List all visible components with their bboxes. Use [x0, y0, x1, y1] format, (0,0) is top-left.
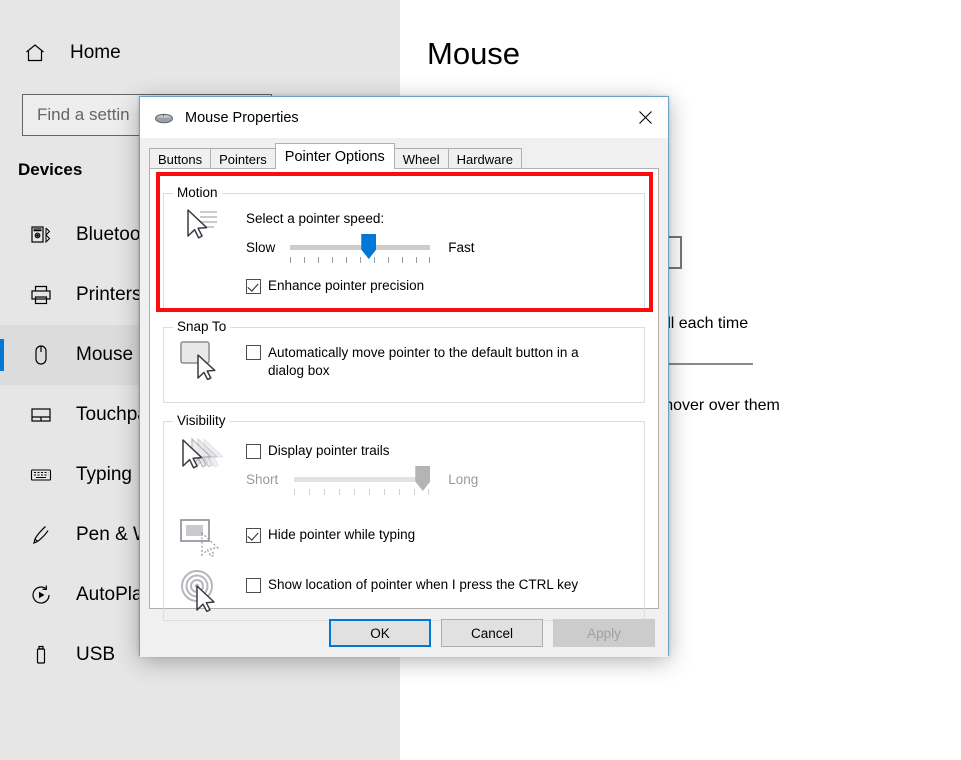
usb-icon	[28, 642, 54, 668]
tab-pointer-options[interactable]: Pointer Options	[275, 143, 395, 169]
checkbox-label: Hide pointer while typing	[268, 527, 415, 542]
checkbox-label: Enhance pointer precision	[268, 278, 424, 293]
checkbox-box[interactable]	[246, 345, 261, 360]
mouse-device-icon	[154, 110, 174, 126]
tab-wheel[interactable]: Wheel	[394, 148, 449, 169]
pointer-speed-label: Select a pointer speed:	[246, 211, 384, 226]
autoplay-icon	[28, 582, 54, 608]
visibility-group-legend: Visibility	[173, 413, 230, 428]
hide-pointer-while-typing-checkbox[interactable]: Hide pointer while typing	[246, 527, 415, 543]
snap-to-group-legend: Snap To	[173, 319, 230, 334]
pen-icon	[28, 522, 54, 548]
page-title: Mouse	[427, 36, 520, 72]
dialog-tabstrip: Buttons Pointers Pointer Options Wheel H…	[149, 147, 659, 169]
button-label: Cancel	[471, 626, 513, 641]
checkbox-box[interactable]	[246, 444, 261, 459]
close-icon[interactable]	[622, 97, 668, 138]
checkbox-box[interactable]	[246, 528, 261, 543]
locate-pointer-icon	[178, 568, 224, 612]
screen: Home Find a settin Devices Bluetooth	[0, 0, 961, 760]
tab-pointers[interactable]: Pointers	[210, 148, 276, 169]
tab-label: Pointer Options	[285, 149, 385, 165]
pointer-options-panel: Motion Select a pointer speed: Slow	[149, 168, 659, 609]
sidebar-item-label: Mouse	[76, 344, 133, 366]
snap-to-button-icon	[178, 338, 222, 380]
checkbox-box[interactable]	[246, 279, 261, 294]
search-placeholder: Find a settin	[37, 105, 130, 125]
dialog-body: Buttons Pointers Pointer Options Wheel H…	[140, 138, 668, 657]
slider-max-label: Fast	[448, 240, 474, 255]
dialog-footer: OK Cancel Apply	[140, 609, 668, 657]
pointer-trails-icon	[178, 436, 224, 476]
sidebar-item-home[interactable]: Home	[22, 40, 121, 66]
dialog-title: Mouse Properties	[185, 110, 299, 126]
snap-to-group: Snap To Automatically move pointer to th…	[163, 327, 645, 403]
slider-ticks	[294, 489, 429, 496]
pointer-speed-icon	[178, 206, 222, 246]
slider-track[interactable]	[290, 245, 430, 250]
sidebar-section-header: Devices	[18, 160, 82, 180]
motion-group: Motion Select a pointer speed: Slow	[163, 193, 645, 309]
sidebar-item-label: Typing	[76, 464, 132, 486]
touchpad-icon	[28, 402, 54, 428]
checkbox-label: Display pointer trails	[268, 443, 390, 458]
visibility-group: Visibility	[163, 421, 645, 621]
tab-label: Hardware	[457, 152, 513, 167]
motion-group-legend: Motion	[173, 185, 222, 200]
checkbox-label: Show location of pointer when I press th…	[268, 577, 578, 592]
enhance-pointer-precision-checkbox[interactable]: Enhance pointer precision	[246, 278, 424, 294]
home-label: Home	[70, 42, 121, 64]
cancel-button[interactable]: Cancel	[441, 619, 543, 647]
checkbox-label: Automatically move pointer to the defaul…	[268, 344, 616, 380]
hide-pointer-typing-icon	[178, 516, 224, 560]
ok-button[interactable]: OK	[329, 619, 431, 647]
apply-button: Apply	[553, 619, 655, 647]
home-icon	[22, 40, 48, 66]
mouse-icon	[28, 342, 54, 368]
tab-hardware[interactable]: Hardware	[448, 148, 522, 169]
bluetooth-device-icon	[28, 222, 54, 248]
slider-track[interactable]	[294, 477, 429, 482]
sidebar-item-label: USB	[76, 644, 115, 666]
slider-thumb[interactable]	[361, 234, 376, 259]
slider-max-label: Long	[448, 472, 478, 487]
button-label: OK	[370, 626, 390, 641]
keyboard-icon	[28, 462, 54, 488]
dialog-titlebar[interactable]: Mouse Properties	[140, 97, 668, 138]
show-pointer-location-ctrl-checkbox[interactable]: Show location of pointer when I press th…	[246, 577, 578, 593]
checkbox-box[interactable]	[246, 578, 261, 593]
printer-icon	[28, 282, 54, 308]
tab-label: Pointers	[219, 152, 267, 167]
slider-thumb[interactable]	[415, 466, 430, 491]
tab-label: Wheel	[403, 152, 440, 167]
snap-to-auto-move-checkbox[interactable]: Automatically move pointer to the defaul…	[246, 344, 616, 380]
slider-min-label: Short	[246, 472, 278, 487]
slider-ticks	[290, 257, 430, 264]
tab-label: Buttons	[158, 152, 202, 167]
pointer-trails-slider[interactable]: Short Long	[246, 472, 496, 487]
display-pointer-trails-checkbox[interactable]: Display pointer trails	[246, 443, 390, 459]
tab-buttons[interactable]: Buttons	[149, 148, 211, 169]
mouse-properties-dialog: Mouse Properties Buttons Pointers Pointe…	[139, 96, 669, 656]
pointer-speed-slider[interactable]: Slow Fast	[246, 240, 486, 255]
slider-min-label: Slow	[246, 240, 275, 255]
button-label: Apply	[587, 626, 621, 641]
